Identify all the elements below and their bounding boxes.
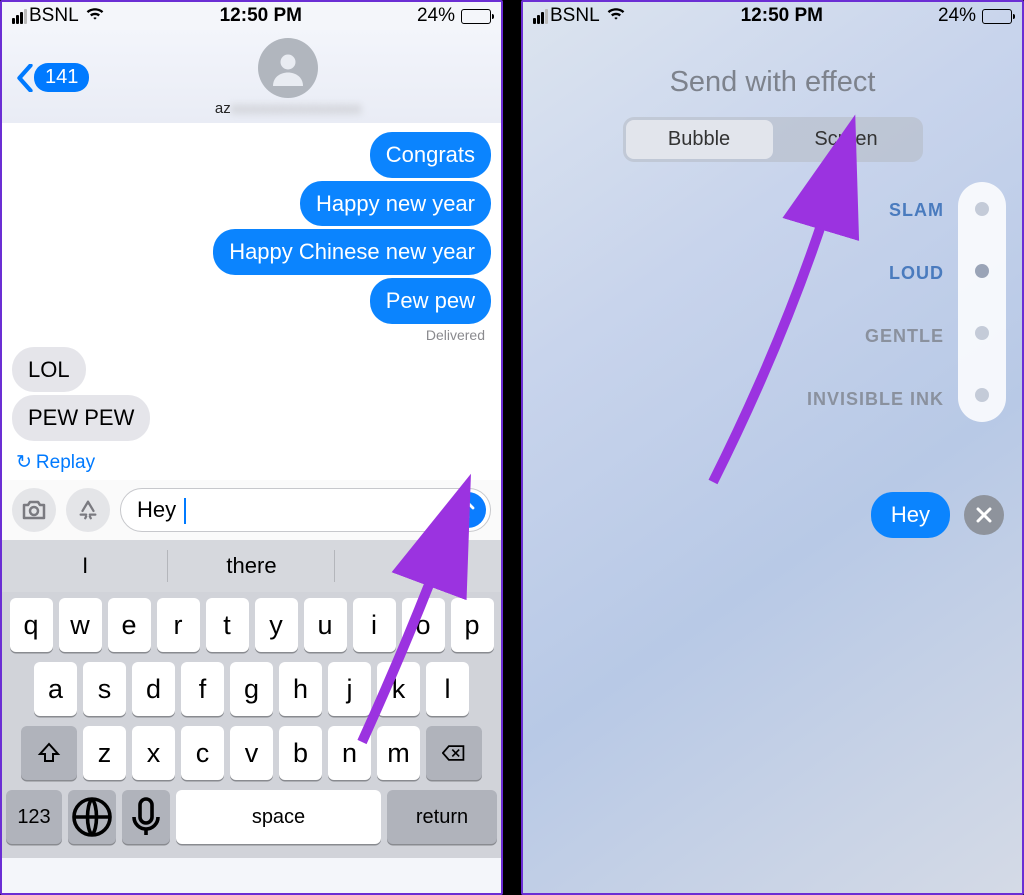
effect-option-label[interactable]: GENTLE (807, 326, 944, 347)
tab-screen[interactable]: Screen (773, 120, 920, 159)
effect-dot[interactable] (975, 202, 989, 216)
key[interactable]: q (10, 598, 53, 652)
message-input-value: Hey (137, 497, 446, 524)
tab-bubble[interactable]: Bubble (626, 120, 773, 159)
message-list[interactable]: Congrats Happy new year Happy Chinese ne… (2, 123, 501, 480)
globe-key[interactable] (68, 790, 116, 844)
kbd-row-4: 123 space return (6, 790, 497, 844)
numbers-key[interactable]: 123 (6, 790, 62, 844)
key[interactable]: g (230, 662, 273, 716)
message-out[interactable]: Pew pew (370, 278, 491, 324)
clock: 12:50 PM (626, 5, 938, 27)
key[interactable]: v (230, 726, 273, 780)
key[interactable]: y (255, 598, 298, 652)
message-in[interactable]: LOL (12, 347, 86, 393)
replay-label: Replay (36, 452, 95, 474)
key[interactable]: h (279, 662, 322, 716)
message-in[interactable]: PEW PEW (12, 395, 150, 441)
suggestion[interactable]: I (2, 540, 168, 592)
effect-dot[interactable] (975, 264, 989, 278)
key[interactable]: n (328, 726, 371, 780)
preview-row: Hey (871, 492, 1004, 538)
key[interactable]: e (108, 598, 151, 652)
cell-signal-icon (533, 9, 548, 24)
battery-icon (982, 9, 1012, 24)
app-store-button[interactable] (66, 488, 110, 532)
dictation-key[interactable] (122, 790, 170, 844)
key[interactable]: x (132, 726, 175, 780)
wifi-icon (606, 5, 626, 27)
space-key[interactable]: space (176, 790, 381, 844)
imessage-conversation-screen: BSNL 12:50 PM 24% 141 azaaaaaaaaaaaaaa C… (0, 0, 503, 895)
effect-screen-title: Send with effect (523, 66, 1022, 99)
effect-dot[interactable] (975, 326, 989, 340)
battery-icon (461, 9, 491, 24)
status-bar: BSNL 12:50 PM 24% (523, 2, 1022, 30)
wifi-icon (85, 5, 105, 27)
carrier-label: BSNL (550, 5, 600, 27)
key[interactable]: u (304, 598, 347, 652)
compose-bar: Hey (2, 480, 501, 540)
effect-option-label[interactable]: LOUD (807, 263, 944, 284)
bubble-effect-options: SLAM LOUD GENTLE INVISIBLE INK (807, 182, 1006, 422)
battery-percent: 24% (417, 5, 455, 27)
replay-icon: ↻ (16, 451, 32, 474)
key[interactable]: r (157, 598, 200, 652)
message-out[interactable]: Congrats (370, 132, 491, 178)
key[interactable]: k (377, 662, 420, 716)
key[interactable]: l (426, 662, 469, 716)
message-out[interactable]: Happy Chinese new year (213, 229, 491, 275)
keyboard: q w e r t y u i o p a s d f g h j k l (2, 592, 501, 858)
key[interactable]: j (328, 662, 371, 716)
delivered-status: Delivered (18, 327, 485, 343)
shift-key[interactable] (21, 726, 77, 780)
replay-effect-button[interactable]: ↻ Replay (16, 451, 487, 474)
key[interactable]: p (451, 598, 494, 652)
battery-percent: 24% (938, 5, 976, 27)
key[interactable]: b (279, 726, 322, 780)
carrier-label: BSNL (29, 5, 79, 27)
camera-button[interactable] (12, 488, 56, 532)
key[interactable]: i (353, 598, 396, 652)
return-key[interactable]: return (387, 790, 497, 844)
send-button[interactable] (450, 492, 486, 528)
key[interactable]: o (402, 598, 445, 652)
effect-option-label[interactable]: SLAM (807, 200, 944, 221)
kbd-row-3: z x c v b n m (6, 726, 497, 780)
back-button[interactable]: 141 (16, 63, 89, 92)
message-input[interactable]: Hey (120, 488, 491, 532)
key[interactable]: z (83, 726, 126, 780)
key[interactable]: s (83, 662, 126, 716)
effect-option-label[interactable]: INVISIBLE INK (807, 389, 944, 410)
avatar-icon (258, 38, 318, 98)
unread-badge: 141 (34, 63, 89, 92)
contact-name: azaaaaaaaaaaaaaa (215, 100, 362, 117)
key[interactable]: w (59, 598, 102, 652)
effect-dots-track (958, 182, 1006, 422)
clock: 12:50 PM (105, 5, 417, 27)
message-out[interactable]: Happy new year (300, 181, 491, 227)
suggestion[interactable] (335, 540, 501, 592)
cancel-effect-button[interactable] (964, 495, 1004, 535)
status-bar: BSNL 12:50 PM 24% (2, 2, 501, 30)
key[interactable]: t (206, 598, 249, 652)
quicktype-suggestions: I there (2, 540, 501, 592)
send-with-effect-screen: BSNL 12:50 PM 24% Send with effect Bubbl… (521, 0, 1024, 895)
conversation-header: 141 azaaaaaaaaaaaaaa (2, 30, 501, 123)
kbd-row-2: a s d f g h j k l (6, 662, 497, 716)
backspace-key[interactable] (426, 726, 482, 780)
effect-type-segmented[interactable]: Bubble Screen (623, 117, 923, 162)
kbd-row-1: q w e r t y u i o p (6, 598, 497, 652)
key[interactable]: c (181, 726, 224, 780)
effect-dot[interactable] (975, 388, 989, 402)
key[interactable]: m (377, 726, 420, 780)
contact-info[interactable]: azaaaaaaaaaaaaaa (97, 38, 479, 117)
key[interactable]: a (34, 662, 77, 716)
preview-bubble: Hey (871, 492, 950, 538)
key[interactable]: d (132, 662, 175, 716)
key[interactable]: f (181, 662, 224, 716)
cell-signal-icon (12, 9, 27, 24)
suggestion[interactable]: there (168, 540, 334, 592)
